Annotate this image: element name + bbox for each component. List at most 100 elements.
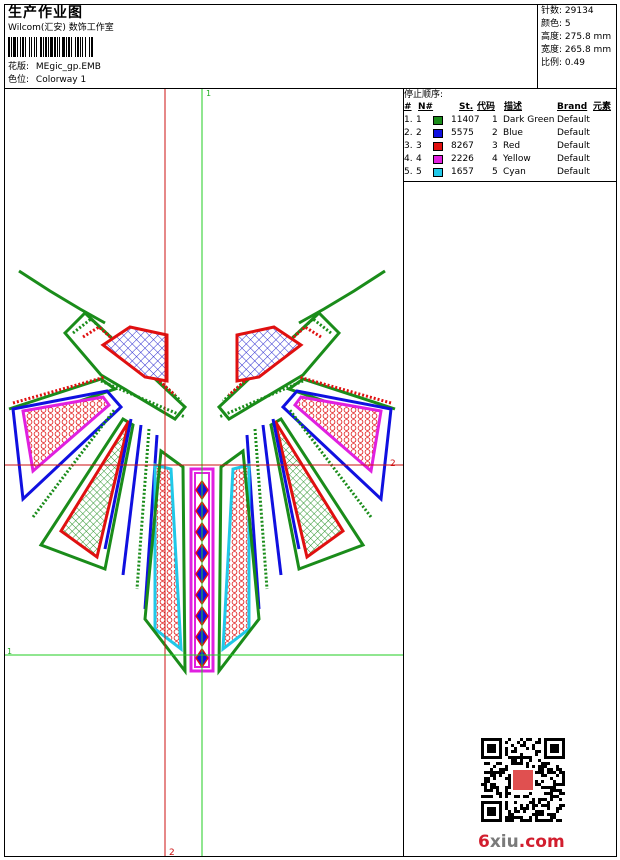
qr-module bbox=[487, 771, 490, 774]
qr-module bbox=[544, 765, 547, 768]
qr-module bbox=[526, 819, 529, 822]
qr-module bbox=[532, 807, 535, 810]
table-row: 4. 4 2226 4 Yellow Default bbox=[404, 154, 616, 166]
qr-finder bbox=[487, 807, 496, 816]
row-brand: Default bbox=[557, 154, 590, 164]
qr-module bbox=[550, 816, 553, 819]
qr-module bbox=[538, 750, 541, 753]
qr-module bbox=[514, 807, 517, 810]
qr-module bbox=[505, 777, 508, 780]
qr-module bbox=[556, 807, 559, 810]
barcode bbox=[8, 37, 150, 57]
qr-module bbox=[556, 795, 559, 798]
qr-module bbox=[499, 771, 502, 774]
qr-module bbox=[490, 789, 493, 792]
qr-module bbox=[544, 762, 547, 765]
qr-module bbox=[517, 810, 520, 813]
qr-module bbox=[505, 753, 508, 756]
qr-module bbox=[508, 783, 511, 786]
qr-module bbox=[538, 801, 541, 804]
qr-module bbox=[508, 756, 511, 759]
qr-module bbox=[517, 795, 520, 798]
qr-module bbox=[514, 750, 517, 753]
row-description: Red bbox=[503, 141, 521, 151]
qr-module bbox=[493, 765, 496, 768]
qr-module bbox=[520, 762, 523, 765]
row-stitches: 2226 bbox=[451, 154, 474, 164]
qr-module bbox=[487, 795, 490, 798]
qr-module bbox=[535, 780, 538, 783]
qr-module bbox=[559, 807, 562, 810]
qr-module bbox=[484, 771, 487, 774]
qr-module bbox=[559, 792, 562, 795]
barcode-bar bbox=[43, 37, 44, 57]
qr-module bbox=[505, 792, 508, 795]
guide-label: 1 bbox=[206, 89, 211, 98]
qr-module bbox=[490, 771, 493, 774]
qr-module bbox=[514, 801, 517, 804]
qr-module bbox=[547, 786, 550, 789]
qr-module bbox=[496, 771, 499, 774]
qr-module bbox=[505, 747, 508, 750]
colorway-label: 色位: bbox=[8, 75, 30, 85]
qr-module bbox=[511, 762, 514, 765]
table-row: 5. 5 1657 5 Cyan Default bbox=[404, 167, 616, 179]
qr-module bbox=[541, 813, 544, 816]
qr-module bbox=[553, 783, 556, 786]
qr-module bbox=[547, 762, 550, 765]
qr-module bbox=[517, 741, 520, 744]
qr-module bbox=[529, 792, 532, 795]
qr-logo bbox=[511, 768, 535, 792]
long-cyan-panel bbox=[153, 463, 183, 653]
barcode-bar bbox=[50, 37, 53, 57]
qr-module bbox=[538, 759, 541, 762]
qr-module bbox=[526, 762, 529, 765]
fan-red-panel bbox=[273, 420, 346, 560]
qr-module bbox=[547, 792, 550, 795]
qr-module bbox=[529, 759, 532, 762]
qr-module bbox=[520, 807, 523, 810]
studio-name: Wilcom(汇安) 数饰工作室 bbox=[8, 23, 114, 33]
barcode-bar bbox=[11, 37, 12, 57]
barcode-bar bbox=[25, 37, 26, 57]
qr-module bbox=[505, 786, 508, 789]
qr-module bbox=[550, 813, 553, 816]
qr-module bbox=[526, 738, 529, 741]
barcode-bar bbox=[85, 37, 86, 57]
qr-module bbox=[505, 807, 508, 810]
qr-module bbox=[511, 750, 514, 753]
color-swatch bbox=[433, 116, 443, 125]
row-code: 3 bbox=[492, 141, 498, 151]
qr-finder bbox=[487, 744, 496, 753]
qr-module bbox=[520, 819, 523, 822]
qr-module bbox=[553, 813, 556, 816]
qr-module bbox=[520, 804, 523, 807]
qr-module bbox=[529, 738, 532, 741]
qr-module bbox=[517, 816, 520, 819]
qr-module bbox=[505, 804, 508, 807]
upper-wing-hatch bbox=[235, 325, 304, 383]
barcode-bar bbox=[29, 37, 30, 57]
qr-module bbox=[505, 819, 508, 822]
qr-module bbox=[508, 786, 511, 789]
qr-module bbox=[496, 792, 499, 795]
qr-module bbox=[526, 807, 529, 810]
row-index: 3. bbox=[404, 141, 413, 151]
qr-module bbox=[520, 759, 523, 762]
barcode-bar bbox=[59, 37, 60, 57]
qr-module bbox=[562, 774, 565, 777]
qr-module bbox=[541, 762, 544, 765]
table-row: 3. 3 8267 3 Red Default bbox=[404, 141, 616, 153]
qr-module bbox=[487, 780, 490, 783]
qr-module bbox=[556, 789, 559, 792]
barcode-bar bbox=[66, 37, 67, 57]
barcode-bar bbox=[45, 37, 47, 57]
color-swatch bbox=[433, 155, 443, 164]
qr-module bbox=[526, 765, 529, 768]
qr-module bbox=[538, 741, 541, 744]
qr-module bbox=[538, 813, 541, 816]
qr-module bbox=[556, 810, 559, 813]
spec-row: 宽度: 265.8 mm bbox=[541, 45, 612, 55]
qr-module bbox=[517, 756, 520, 759]
fan-red-panel bbox=[58, 420, 131, 560]
